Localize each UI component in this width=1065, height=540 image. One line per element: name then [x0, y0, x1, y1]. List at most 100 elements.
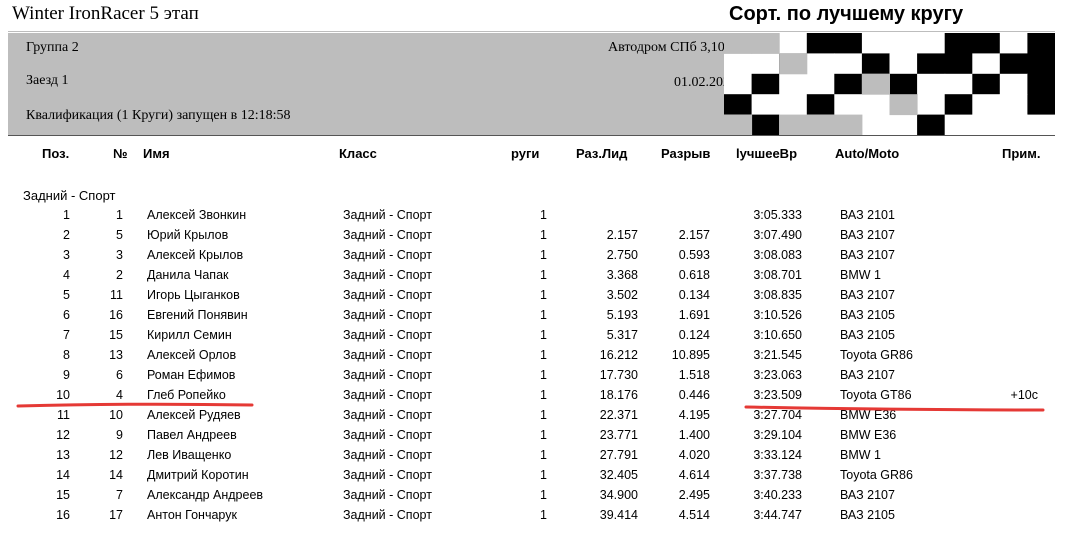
cell-car: ВАЗ 2107 [840, 488, 895, 502]
cell-gap: 2.157 [678, 228, 710, 242]
cell-pos: 13 [56, 448, 70, 462]
cell-car: BMW 1 [840, 268, 881, 282]
cell-best: 3:07.490 [753, 228, 802, 242]
cell-car: Toyota GR86 [840, 468, 913, 482]
cell-num: 13 [109, 348, 123, 362]
cell-pos: 9 [63, 368, 70, 382]
cell-gap-leader: 27.791 [599, 448, 638, 462]
cell-laps: 1 [540, 308, 547, 322]
col-laps: руги [511, 146, 540, 161]
sort-title: Сорт. по лучшему кругу [729, 3, 964, 25]
cell-laps: 1 [540, 248, 547, 262]
cell-gap-leader: 22.371 [599, 408, 638, 422]
table-row: 3 3 Алексей Крылов Задний - Спорт 1 2.750 0.59… [0, 246, 1065, 266]
col-pos: Поз. [42, 146, 70, 161]
cell-pos: 8 [63, 348, 70, 362]
cell-class: Задний - Спорт [343, 208, 432, 222]
table-row: 6 16 Евгений Понявин Задний - Спорт 1 5.193 1.… [0, 306, 1065, 326]
cell-best: 3:05.333 [753, 208, 802, 222]
cell-gap-leader: 3.502 [606, 288, 638, 302]
cell-name: Кирилл Семин [147, 328, 232, 342]
cell-gap: 10.895 [671, 348, 710, 362]
cell-name: Данила Чапак [147, 268, 229, 282]
cell-best: 3:08.701 [753, 268, 802, 282]
cell-car: BMW E36 [840, 408, 897, 422]
cell-gap: 1.691 [678, 308, 710, 322]
cell-best: 3:40.233 [753, 488, 802, 502]
cell-num: 4 [116, 388, 123, 402]
cell-best: 3:08.835 [753, 288, 802, 302]
cell-pos: 4 [63, 268, 70, 282]
table-row: 16 17 Антон Гончарук Задний - Спорт 1 39.414 4… [0, 506, 1065, 526]
cell-name: Павел Андреев [147, 428, 237, 442]
table-row: 1 1 Алексей Звонкин Задний - Спорт 1 3:05.333… [0, 206, 1065, 226]
cell-gap-leader: 16.212 [599, 348, 638, 362]
cell-class: Задний - Спорт [343, 348, 432, 362]
cell-gap: 0.134 [678, 288, 710, 302]
group-label: Группа 2 [26, 40, 79, 55]
cell-class: Задний - Спорт [343, 388, 432, 402]
cell-car: ВАЗ 2107 [840, 248, 895, 262]
cell-car: ВАЗ 2101 [840, 208, 895, 222]
col-car: Auto/Moto [835, 146, 900, 161]
cell-gap-leader: 39.414 [599, 508, 638, 522]
cell-best: 3:23.509 [753, 388, 802, 402]
cell-gap-leader: 23.771 [599, 428, 638, 442]
class-group-label: Задний - Спорт [23, 188, 116, 203]
cell-gap: 0.446 [678, 388, 710, 402]
event-title: Winter IronRacer 5 этап [12, 3, 199, 24]
cell-best: 3:23.063 [753, 368, 802, 382]
table-row: 11 10 Алексей Рудяев Задний - Спорт 1 22.371 4… [0, 406, 1065, 426]
cell-class: Задний - Спорт [343, 428, 432, 442]
cell-gap: 1.400 [678, 428, 710, 442]
table-row: 13 12 Лев Иващенко Задний - Спорт 1 27.791 4.0… [0, 446, 1065, 466]
cell-best: 3:21.545 [753, 348, 802, 362]
col-note: Прим. [1002, 146, 1041, 161]
cell-name: Алексей Рудяев [147, 408, 241, 422]
cell-class: Задний - Спорт [343, 268, 432, 282]
cell-gap-leader: 32.405 [599, 468, 638, 482]
cell-pos: 3 [63, 248, 70, 262]
cell-best: 3:44.747 [753, 508, 802, 522]
cell-class: Задний - Спорт [343, 488, 432, 502]
cell-pos: 10 [56, 388, 70, 402]
cell-laps: 1 [540, 468, 547, 482]
cell-name: Антон Гончарук [147, 508, 237, 522]
cell-num: 16 [109, 308, 123, 322]
checkered-flag-icon [724, 33, 1055, 135]
cell-class: Задний - Спорт [343, 308, 432, 322]
cell-laps: 1 [540, 448, 547, 462]
cell-name: Алексей Звонкин [147, 208, 247, 222]
cell-gap-leader: 3.368 [606, 268, 638, 282]
cell-gap-leader: 34.900 [599, 488, 638, 502]
info-band: Группа 2 Заезд 1 Квалификация (1 Круги) … [8, 33, 1055, 136]
cell-num: 10 [109, 408, 123, 422]
cell-class: Задний - Спорт [343, 288, 432, 302]
cell-laps: 1 [540, 208, 547, 222]
table-row: 2 5 Юрий Крылов Задний - Спорт 1 2.157 2.157 3:… [0, 226, 1065, 246]
cell-num: 11 [110, 288, 123, 302]
cell-num: 2 [116, 268, 123, 282]
cell-name: Игорь Цыганков [147, 288, 240, 302]
cell-gap: 4.614 [678, 468, 710, 482]
cell-class: Задний - Спорт [343, 328, 432, 342]
table-row: 5 11 Игорь Цыганков Задний - Спорт 1 3.502 0.1… [0, 286, 1065, 306]
cell-gap: 2.495 [678, 488, 710, 502]
col-num: № [113, 146, 128, 161]
cell-pos: 11 [57, 408, 70, 422]
table-row: 9 6 Роман Ефимов Задний - Спорт 1 17.730 1.518… [0, 366, 1065, 386]
cell-name: Евгений Понявин [147, 308, 248, 322]
cell-car: ВАЗ 2107 [840, 288, 895, 302]
table-row: 4 2 Данила Чапак Задний - Спорт 1 3.368 0.618 3… [0, 266, 1065, 286]
cell-pos: 15 [56, 488, 70, 502]
cell-gap: 4.195 [678, 408, 710, 422]
cell-note: +10с [1010, 388, 1038, 402]
cell-laps: 1 [540, 388, 547, 402]
cell-num: 15 [109, 328, 123, 342]
table-row: 10 4 Глеб Ропейко Задний - Спорт 1 18.176 0.44… [0, 386, 1065, 406]
cell-pos: 14 [56, 468, 70, 482]
cell-best: 3:27.704 [753, 408, 802, 422]
cell-laps: 1 [540, 348, 547, 362]
cell-car: BMW 1 [840, 448, 881, 462]
cell-car: ВАЗ 2107 [840, 368, 895, 382]
